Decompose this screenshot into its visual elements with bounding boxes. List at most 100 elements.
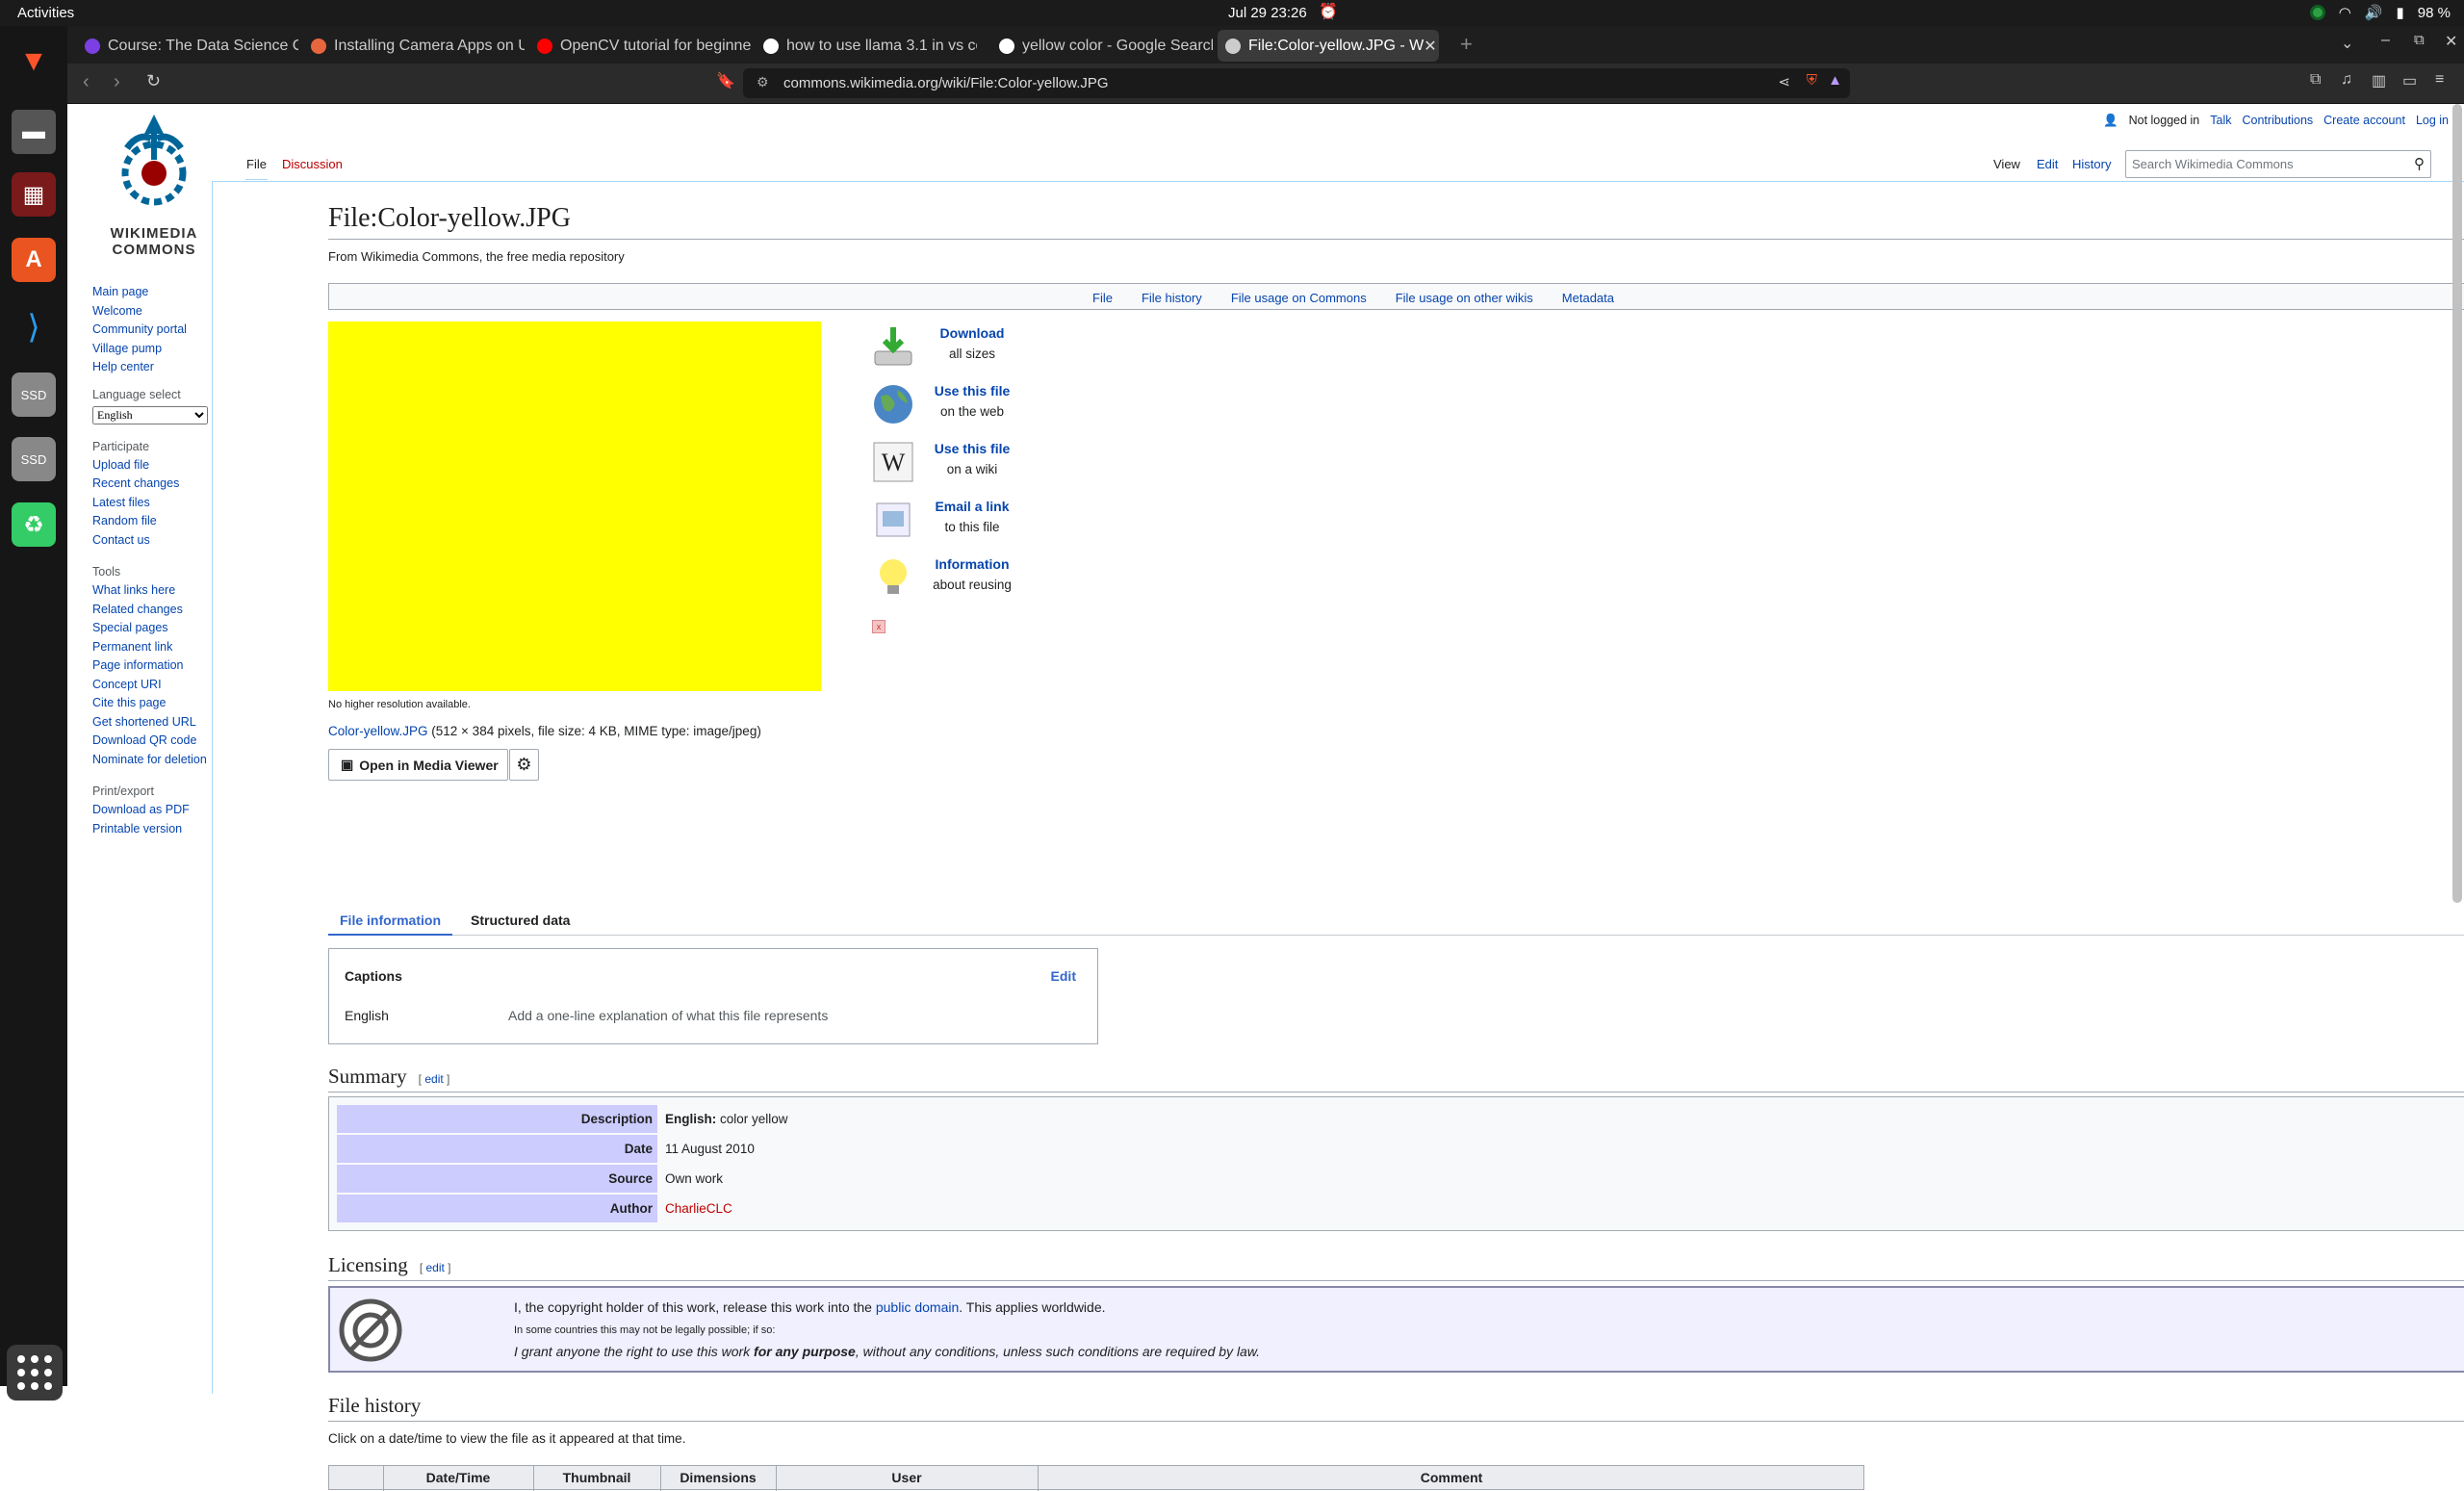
- bookmark-icon[interactable]: 🔖: [716, 71, 735, 90]
- tab-history[interactable]: History: [2071, 157, 2112, 180]
- brave-rewards-icon[interactable]: ▲: [1828, 72, 1842, 89]
- tab-file[interactable]: File: [245, 157, 268, 180]
- media-icon[interactable]: ♫: [2341, 71, 2352, 89]
- sidebar-item-main-page[interactable]: Main page: [92, 283, 218, 302]
- browser-tab[interactable]: yellow color - Google Search: [991, 30, 1213, 62]
- license-line-1: I, the copyright holder of this work, re…: [514, 1299, 1106, 1315]
- drive-ssd-icon[interactable]: SSD: [12, 373, 56, 417]
- tab-list-icon[interactable]: ⌄: [2341, 34, 2353, 53]
- sidebar-item-shortened-url[interactable]: Get shortened URL: [92, 713, 218, 733]
- reuse-info-box[interactable]: Information about reusing: [866, 553, 1040, 610]
- page-scrollbar[interactable]: [2452, 104, 2462, 903]
- language-select[interactable]: English: [92, 405, 208, 424]
- author-link[interactable]: CharlieCLC: [665, 1201, 732, 1216]
- open-media-viewer-button[interactable]: ▣ Open in Media Viewer: [328, 749, 508, 781]
- new-tab-icon[interactable]: +: [1460, 32, 1473, 57]
- app-center-icon[interactable]: A: [12, 238, 56, 282]
- sidebar-item-village-pump[interactable]: Village pump: [92, 340, 218, 359]
- activities-button[interactable]: Activities: [17, 5, 74, 21]
- talk-link[interactable]: Talk: [2210, 114, 2231, 128]
- drive-ssd-2-icon[interactable]: SSD: [12, 437, 56, 481]
- extensions-icon[interactable]: ⧉: [2310, 71, 2321, 89]
- create-account-link[interactable]: Create account: [2323, 114, 2405, 128]
- tab-file-information[interactable]: File information: [328, 913, 452, 936]
- reload-icon[interactable]: ↻: [146, 71, 161, 91]
- sidebar-item-upload-file[interactable]: Upload file: [92, 456, 218, 476]
- search-input[interactable]: Search Wikimedia Commons ⚲: [2125, 150, 2431, 178]
- close-tab-icon[interactable]: ✕: [1424, 37, 1436, 56]
- trash-icon[interactable]: ♻: [12, 502, 56, 547]
- sidebar-item-nominate-deletion[interactable]: Nominate for deletion: [92, 751, 218, 770]
- brave-browser-icon[interactable]: ▼: [12, 39, 56, 84]
- page-subtitle: From Wikimedia Commons, the free media r…: [328, 249, 625, 264]
- address-bar[interactable]: ⚙ commons.wikimedia.org/wiki/File:Color-…: [743, 68, 1850, 98]
- tab-discussion[interactable]: Discussion: [281, 157, 344, 180]
- show-apps-icon[interactable]: [7, 1345, 63, 1401]
- captions-edit-button[interactable]: Edit: [1051, 968, 1076, 984]
- toc-file-usage-commons[interactable]: File usage on Commons: [1231, 291, 1367, 309]
- search-icon[interactable]: ⚲: [2414, 155, 2425, 172]
- sidebar-item-download-pdf[interactable]: Download as PDF: [92, 801, 218, 820]
- wallet-icon[interactable]: ▭: [2402, 71, 2417, 90]
- caption-placeholder[interactable]: Add a one-line explanation of what this …: [508, 1008, 828, 1023]
- forward-icon[interactable]: ›: [114, 71, 120, 93]
- browser-tab[interactable]: Installing Camera Apps on U: [303, 30, 525, 62]
- browser-tab[interactable]: OpenCV tutorial for beginne: [529, 30, 751, 62]
- close-window-icon[interactable]: ✕: [2445, 32, 2457, 51]
- vscode-icon[interactable]: ⟩: [12, 305, 56, 349]
- system-tray[interactable]: ◠ 🔊 ▮ 98 %: [2309, 4, 2451, 21]
- sidebar-item-cite-this-page[interactable]: Cite this page: [92, 694, 218, 713]
- licensing-edit-link[interactable]: edit: [425, 1261, 444, 1274]
- media-viewer-settings-button[interactable]: ⚙: [509, 749, 539, 781]
- public-domain-link[interactable]: public domain: [876, 1299, 959, 1315]
- use-on-web-box[interactable]: Use this file on the web: [866, 379, 1040, 437]
- sidebar-item-help-center[interactable]: Help center: [92, 358, 218, 377]
- sidebar-item-special-pages[interactable]: Special pages: [92, 619, 218, 638]
- browser-tab[interactable]: Course: The Data Science Co: [77, 30, 298, 62]
- wikimedia-commons-logo[interactable]: WIKIMEDIA COMMONS: [96, 110, 212, 259]
- sidebar-item-latest-files[interactable]: Latest files: [92, 494, 218, 513]
- minimize-icon[interactable]: –: [2381, 32, 2390, 49]
- sidebar-item-recent-changes[interactable]: Recent changes: [92, 475, 218, 494]
- restore-icon[interactable]: ⧉: [2414, 32, 2425, 48]
- sidebar-item-page-information[interactable]: Page information: [92, 656, 218, 676]
- toc-file-history[interactable]: File history: [1142, 291, 1202, 309]
- use-on-wiki-box[interactable]: W Use this file on a wiki: [866, 437, 1040, 495]
- menu-icon[interactable]: ≡: [2435, 71, 2444, 89]
- sidebar-item-printable-version[interactable]: Printable version: [92, 820, 218, 839]
- status-indicator-icon: [2309, 5, 2325, 20]
- login-link[interactable]: Log in: [2416, 114, 2449, 128]
- back-icon[interactable]: ‹: [83, 71, 90, 93]
- sidebar-item-random-file[interactable]: Random file: [92, 512, 218, 531]
- tab-edit[interactable]: Edit: [2036, 157, 2059, 180]
- toc-file-usage-other[interactable]: File usage on other wikis: [1396, 291, 1533, 309]
- file-preview-image[interactable]: [328, 321, 821, 691]
- toc-metadata[interactable]: Metadata: [1562, 291, 1614, 309]
- share-icon[interactable]: ⋖: [1778, 73, 1790, 90]
- browser-tab-active[interactable]: File:Color-yellow.JPG - W ✕: [1218, 30, 1439, 62]
- terminal-icon[interactable]: ▦: [12, 172, 56, 217]
- browser-tab[interactable]: how to use llama 3.1 in vs co: [756, 30, 977, 62]
- toc-file[interactable]: File: [1092, 291, 1113, 309]
- download-link-box[interactable]: Download all sizes: [866, 321, 1040, 379]
- sidebar-item-community-portal[interactable]: Community portal: [92, 321, 218, 340]
- sidebar-item-qr-code[interactable]: Download QR code: [92, 732, 218, 751]
- sidebar-item-concept-uri[interactable]: Concept URI: [92, 676, 218, 695]
- clock[interactable]: Jul 29 23:26: [1228, 5, 1307, 21]
- tab-structured-data[interactable]: Structured data: [459, 913, 581, 936]
- sidebar-item-related-changes[interactable]: Related changes: [92, 601, 218, 620]
- sidebar-item-welcome[interactable]: Welcome: [92, 302, 218, 321]
- contributions-link[interactable]: Contributions: [2243, 114, 2314, 128]
- summary-edit-link[interactable]: edit: [424, 1072, 443, 1086]
- sidebar-item-what-links-here[interactable]: What links here: [92, 581, 218, 601]
- files-icon[interactable]: ▬: [12, 110, 56, 154]
- email-link-box[interactable]: Email a link to this file: [866, 495, 1040, 553]
- sidebar-icon[interactable]: ▥: [2372, 71, 2386, 90]
- brave-shield-icon[interactable]: ⛨: [1807, 72, 1817, 89]
- file-link[interactable]: Color-yellow.JPG: [328, 724, 428, 738]
- tab-view[interactable]: View: [1992, 157, 2021, 180]
- sidebar-item-contact-us[interactable]: Contact us: [92, 531, 218, 551]
- sidebar-item-permanent-link[interactable]: Permanent link: [92, 638, 218, 657]
- tab-favicon-icon: [85, 38, 100, 54]
- site-info-icon[interactable]: ⚙: [757, 74, 769, 90]
